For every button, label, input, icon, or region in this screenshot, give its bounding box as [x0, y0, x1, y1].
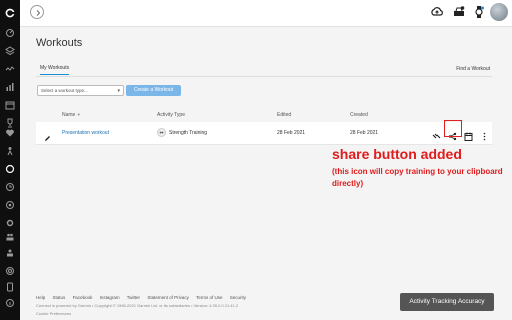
group-icon[interactable]	[5, 248, 15, 258]
edited-date: 28 Feb 2021	[277, 130, 306, 136]
sidebar	[0, 0, 20, 320]
strength-training-icon: ⦁⦁	[157, 128, 166, 137]
column-header-activity-type[interactable]: Activity Type	[157, 112, 185, 118]
dashboard-icon[interactable]	[5, 28, 15, 38]
footer-link-instagram[interactable]: Instagram	[100, 295, 120, 300]
activity-tracking-accuracy-button[interactable]: Activity Tracking Accuracy	[400, 293, 494, 311]
cookie-preferences-link[interactable]: Cookie Preferences	[36, 311, 71, 316]
create-workout-button[interactable]: Create a Workout	[126, 85, 181, 96]
footer-links: Help Status Facebook Instagram Twitter S…	[36, 295, 252, 300]
footer-copyright: Connect is powered by Garmin • Copyright…	[36, 303, 239, 308]
target-icon[interactable]	[5, 200, 15, 210]
share-highlight-box	[444, 120, 462, 137]
avatar[interactable]	[490, 3, 508, 21]
more-options-icon[interactable]	[480, 128, 489, 141]
workout-tabs: My Workouts Find a Workout	[36, 63, 492, 77]
footer-link-twitter[interactable]: Twitter	[127, 295, 140, 300]
clock-icon[interactable]	[5, 182, 15, 192]
find-workout-link[interactable]: Find a Workout	[456, 66, 490, 72]
footer-link-terms[interactable]: Terms of Use	[196, 295, 223, 300]
inbox-icon[interactable]	[452, 5, 466, 19]
tab-my-workouts[interactable]: My Workouts	[40, 65, 70, 75]
schedule-calendar-icon[interactable]	[464, 128, 473, 141]
table-header: Name ▼ Activity Type Edited Created	[36, 108, 492, 123]
footer-link-privacy[interactable]: Statement of Privacy	[147, 295, 189, 300]
table-row: Presentation workout ⦁⦁ Strength Trainin…	[36, 122, 492, 145]
top-bar	[20, 0, 512, 27]
badge-icon[interactable]	[5, 266, 15, 276]
device-icon[interactable]	[5, 282, 15, 292]
column-header-edited[interactable]: Edited	[277, 112, 291, 118]
info-icon[interactable]	[5, 298, 15, 308]
sidebar-toggle-button[interactable]	[30, 5, 44, 19]
trophy-icon[interactable]	[5, 118, 15, 128]
calendar-icon[interactable]	[5, 100, 15, 110]
footer-link-security[interactable]: Security	[230, 295, 246, 300]
send-to-device-icon[interactable]	[432, 128, 441, 139]
watch-icon[interactable]	[472, 5, 486, 19]
annotation-subtitle: (this icon will copy training to your cl…	[332, 167, 503, 188]
chevron-right-icon	[36, 10, 41, 16]
footer-link-status[interactable]: Status	[53, 295, 66, 300]
person-icon[interactable]	[5, 146, 15, 156]
footer-link-help[interactable]: Help	[36, 295, 45, 300]
edit-pencil-icon[interactable]	[44, 129, 51, 141]
upload-icon[interactable]	[430, 5, 444, 19]
chevron-down-icon: ▾	[117, 88, 120, 94]
annotation-title: share button added	[332, 146, 462, 162]
chart-icon[interactable]	[5, 82, 15, 92]
garmin-logo-icon[interactable]	[5, 5, 15, 18]
column-header-name[interactable]: Name ▼	[62, 112, 81, 118]
workout-type-select-value: Select a workout type...	[41, 88, 88, 93]
workout-name-link[interactable]: Presentation workout	[62, 130, 109, 136]
column-header-created[interactable]: Created	[350, 112, 368, 118]
heart-icon[interactable]	[5, 128, 15, 138]
sort-arrow-icon: ▼	[76, 112, 81, 117]
activity-type-label: Strength Training	[169, 130, 208, 136]
created-date: 28 Feb 2021	[350, 130, 379, 136]
workout-type-select[interactable]: Select a workout type... ▾	[37, 85, 124, 96]
people-icon[interactable]	[5, 232, 15, 242]
gear-icon[interactable]	[5, 218, 15, 228]
training-icon[interactable]	[5, 164, 15, 174]
activity-icon[interactable]	[5, 64, 15, 74]
page-title: Workouts	[36, 37, 83, 49]
footer-link-facebook[interactable]: Facebook	[73, 295, 93, 300]
layers-icon[interactable]	[5, 46, 15, 56]
